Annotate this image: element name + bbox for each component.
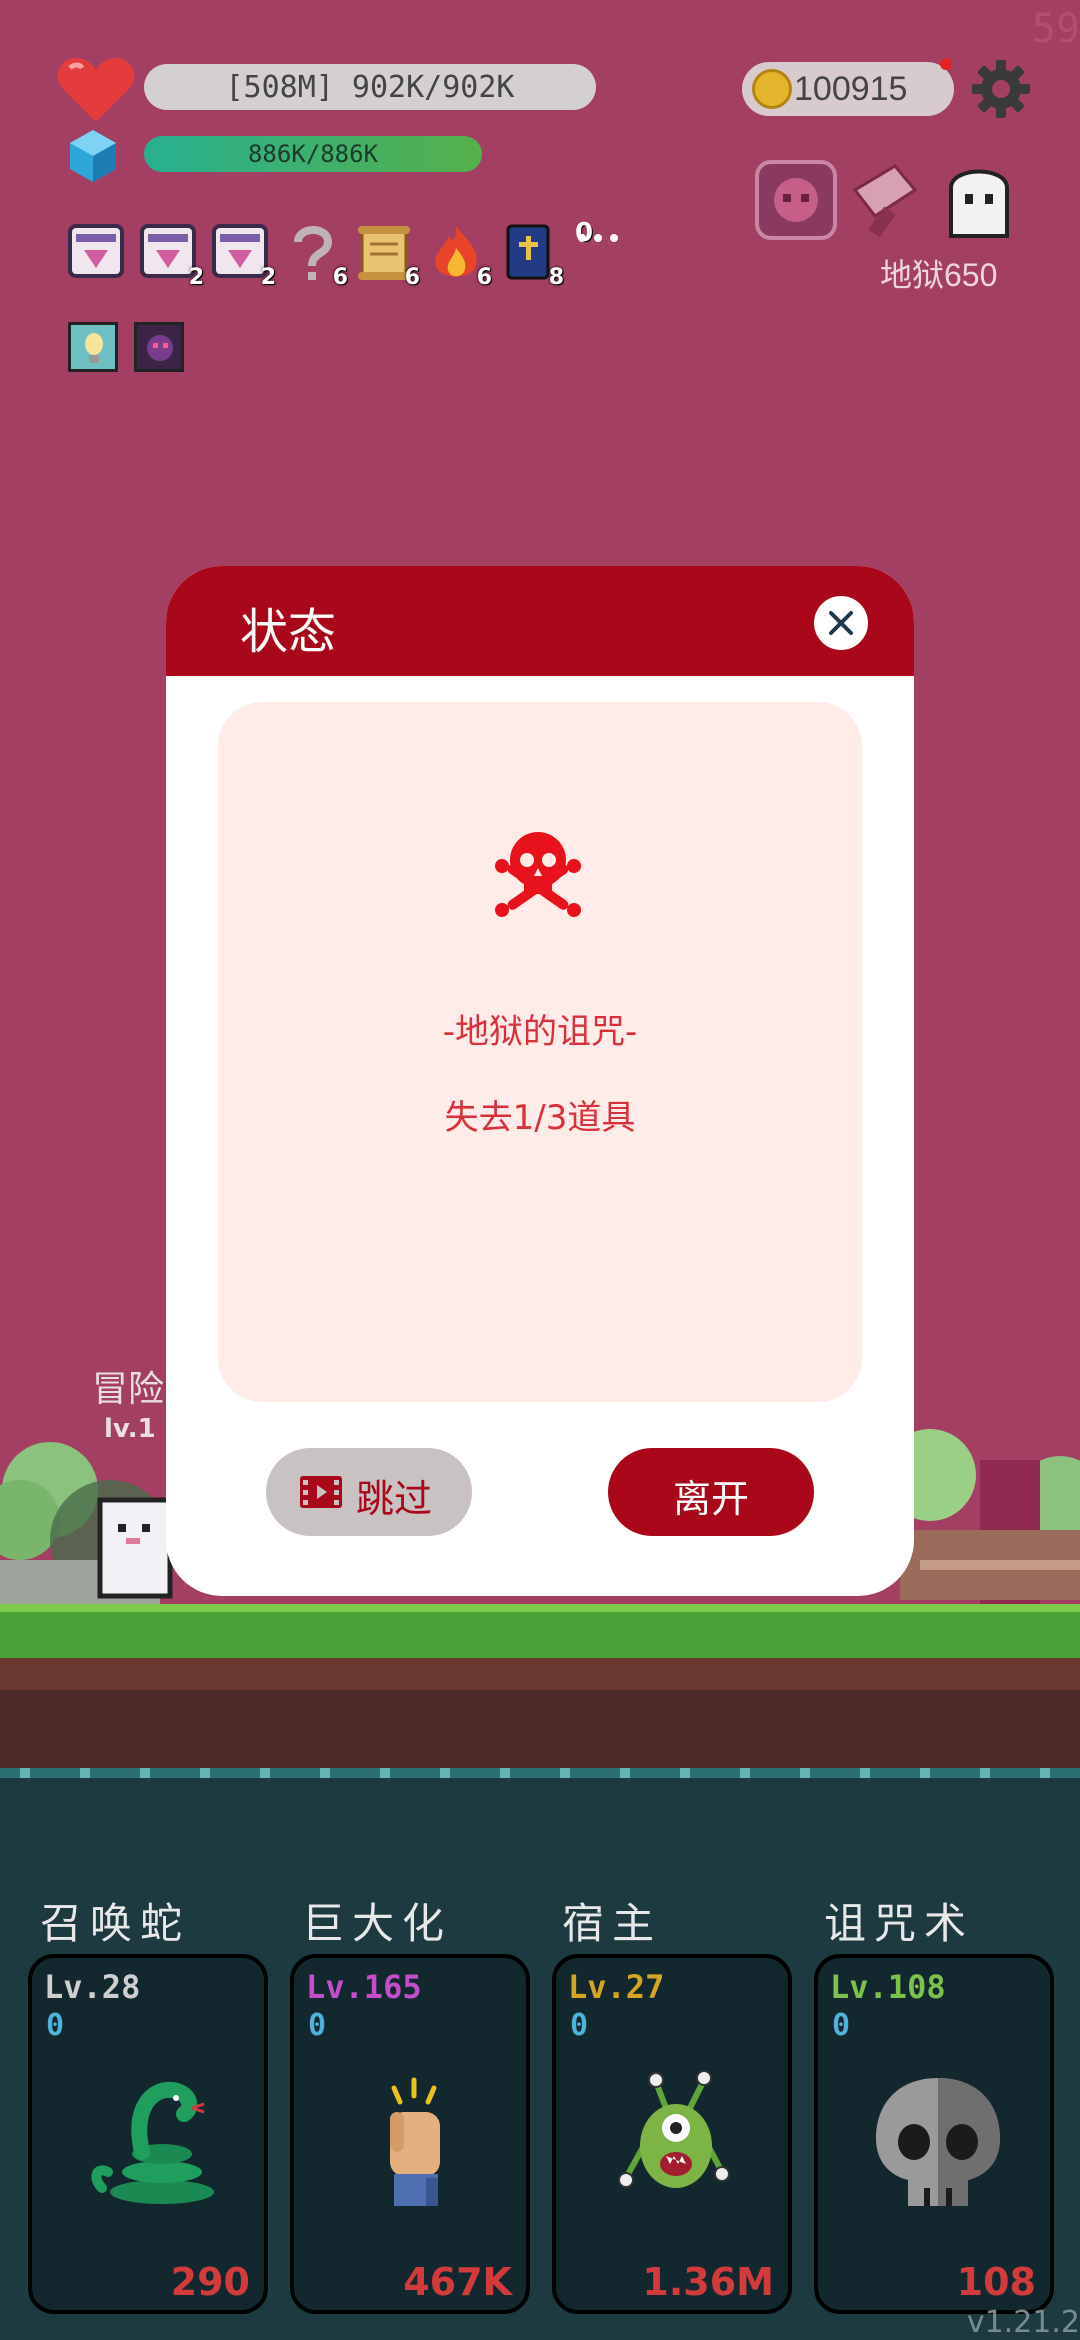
demon-face-icon	[755, 160, 837, 240]
close-icon	[829, 611, 853, 635]
curse-title: -地狱的诅咒-	[442, 1012, 638, 1052]
skill-name-curse: 诅咒术	[824, 1899, 975, 1948]
skill-counter: 0	[832, 2008, 851, 2043]
skill-level: Lv.108	[830, 1968, 946, 2006]
status-dialog: 状态 -地狱的诅咒- 失去1/3道具 跳过 离开	[166, 566, 914, 1596]
skill-card-giant[interactable]: Lv.165 0 467K	[290, 1954, 530, 2314]
skull-icon	[876, 2078, 1000, 2206]
ground-dirt-dark	[0, 1690, 1080, 1768]
mp-bar: 886K/886K	[144, 136, 482, 172]
fist-icon	[390, 2077, 440, 2206]
skip-label: 跳过	[356, 1479, 433, 1521]
fps-counter: 59	[1031, 6, 1080, 52]
ghost-icon	[949, 169, 1009, 238]
mp-text: 886K/886K	[247, 140, 379, 168]
item-slot[interactable]: 6	[426, 222, 492, 290]
cat-hero-sprite	[97, 1497, 173, 1599]
hell-level-label: 地狱650	[880, 257, 998, 293]
ground-grass	[0, 1604, 1080, 1658]
gear-icon[interactable]	[970, 58, 1032, 120]
water-edge	[0, 1768, 1080, 1778]
skill-card-host[interactable]: Lv.27 0 1.36M	[552, 1954, 792, 2314]
snake-icon	[91, 2081, 214, 2204]
skill-cost: 1.36M	[642, 2260, 774, 2304]
skip-button[interactable]: 跳过	[266, 1448, 472, 1536]
coin-counter[interactable]: 100915	[742, 62, 954, 116]
skill-name-giant: 巨大化	[302, 1899, 453, 1948]
skill-counter: 0	[570, 2008, 589, 2043]
scroll-card-icon	[68, 224, 124, 278]
monster-icon	[618, 2070, 730, 2188]
skill-level: Lv.28	[44, 1968, 141, 2006]
leave-label: 离开	[672, 1479, 749, 1521]
version-label: v1.21.2	[966, 2305, 1080, 2340]
skull-crossbones-icon	[495, 832, 581, 917]
adventurer-label: 冒险	[92, 1369, 165, 1410]
lightbulb-buff-icon[interactable]	[68, 322, 118, 372]
skill-card-curse[interactable]: Lv.108 0 108	[814, 1954, 1054, 2314]
item-slot[interactable]: 6	[354, 222, 420, 290]
hp-text: [508M] 902K/902K	[225, 70, 515, 105]
skill-level: Lv.165	[306, 1968, 422, 2006]
heart-icon	[57, 58, 135, 122]
cleaver-icon	[852, 164, 918, 238]
hero-level-label: lv.1	[104, 1414, 156, 1444]
hell-boss-icons[interactable]	[755, 160, 1025, 240]
skill-cost: 108	[956, 2260, 1036, 2304]
curse-description: 失去1/3道具	[444, 1098, 636, 1138]
buff-row	[68, 322, 188, 378]
coin-icon	[752, 69, 792, 109]
skill-card-summon-snake[interactable]: Lv.28 0 290	[28, 1954, 268, 2314]
item-slot[interactable]: 8	[498, 222, 564, 290]
leave-button[interactable]: 离开	[608, 1448, 814, 1536]
dialog-header: 状态	[166, 566, 914, 676]
skill-cost: 290	[170, 2260, 250, 2304]
skill-name-summon-snake: 召唤蛇	[40, 1899, 191, 1948]
mana-gem-icon	[70, 130, 116, 182]
more-items-dots[interactable]	[574, 232, 624, 246]
close-button[interactable]	[814, 596, 868, 650]
dialog-title: 状态	[240, 606, 337, 659]
skill-cost: 467K	[403, 2260, 512, 2304]
skill-counter: 0	[308, 2008, 327, 2043]
skill-level: Lv.27	[568, 1968, 665, 2006]
skill-name-host: 宿主	[562, 1899, 663, 1948]
video-ad-icon	[300, 1476, 342, 1508]
status-panel: -地狱的诅咒- 失去1/3道具	[218, 702, 862, 1402]
hp-bar: [508M] 902K/902K	[144, 64, 596, 110]
item-slot[interactable]: 2	[138, 222, 204, 290]
demon-buff-icon[interactable]	[134, 322, 184, 372]
coin-amount: 100915	[794, 70, 908, 108]
item-slot[interactable]: 2	[210, 222, 276, 290]
item-slot[interactable]	[66, 222, 126, 284]
skill-counter: 0	[46, 2008, 65, 2043]
item-slot[interactable]: 6	[282, 222, 348, 290]
notification-dot	[940, 58, 952, 70]
